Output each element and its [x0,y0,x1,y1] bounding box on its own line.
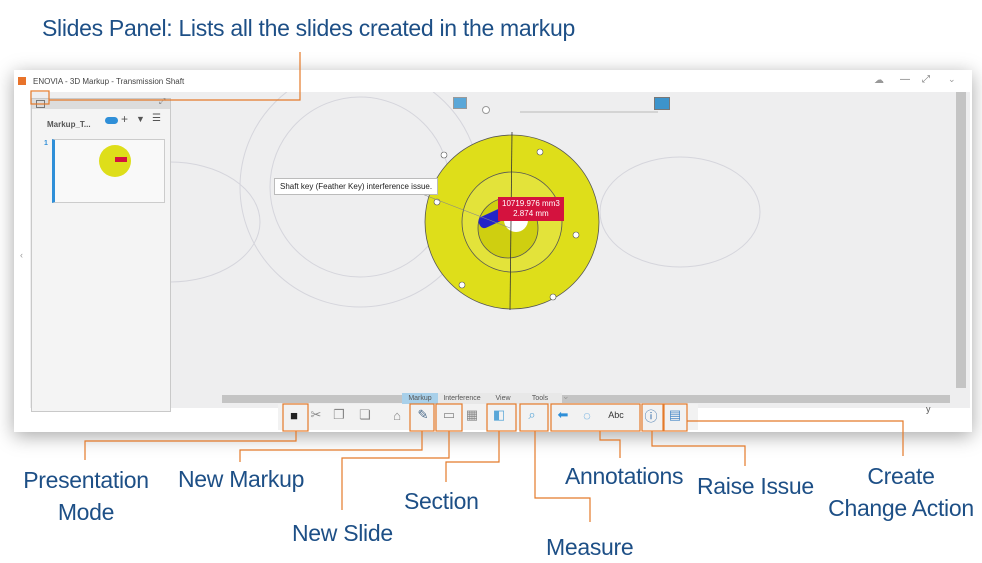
callout-leaders [30,52,904,522]
